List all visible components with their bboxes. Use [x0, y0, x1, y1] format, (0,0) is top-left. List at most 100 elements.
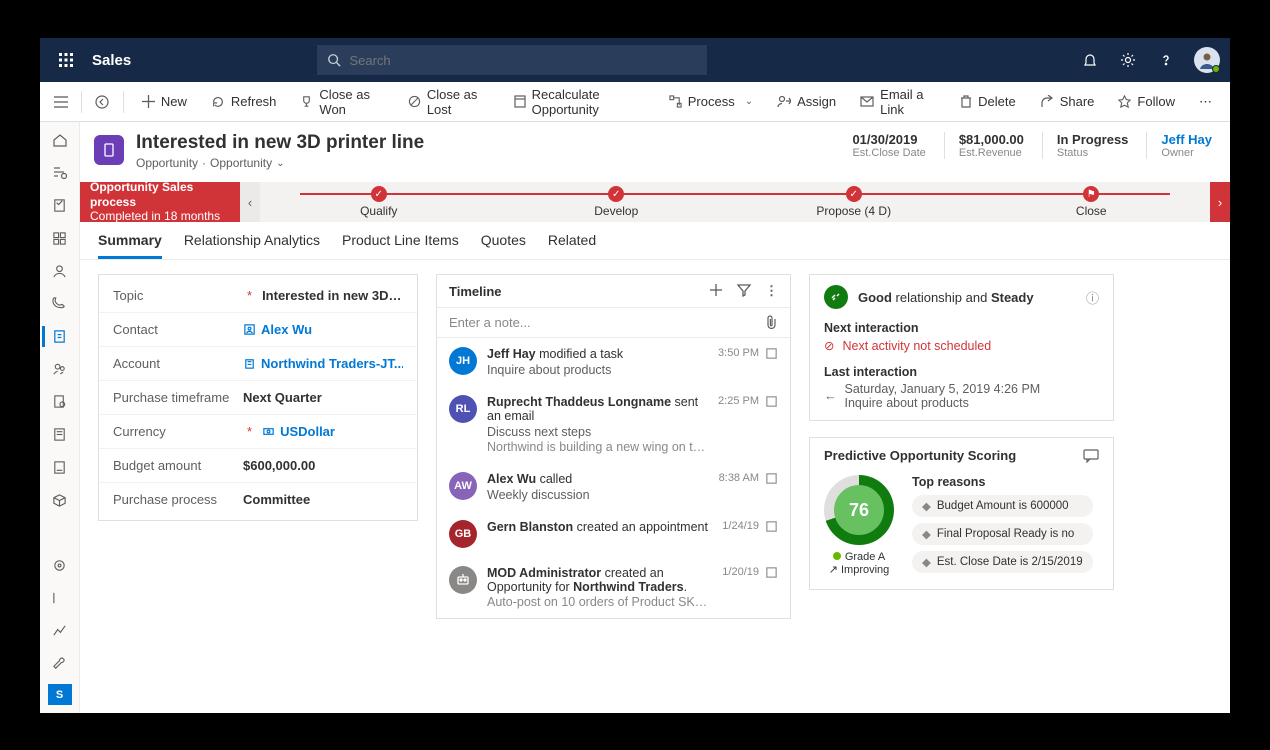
stat-revenue[interactable]: $81,000.00Est.Revenue	[944, 132, 1024, 159]
reason-chip[interactable]: ◆Budget Amount is 600000	[912, 495, 1093, 517]
bpf-next-button[interactable]: ›	[1210, 182, 1230, 222]
tab-related[interactable]: Related	[548, 232, 596, 259]
bpf-stage-qualify[interactable]: ✓Qualify	[260, 182, 498, 222]
app-switcher[interactable]: S	[48, 684, 72, 705]
bpf-stage-close[interactable]: ⚑Close	[973, 182, 1211, 222]
sitemap-toggle-icon[interactable]	[48, 87, 73, 117]
nav-dashboards-icon[interactable]	[42, 226, 78, 251]
nav-reports-icon[interactable]	[42, 586, 78, 611]
stat-close-date[interactable]: 01/30/2019Est.Close Date	[838, 132, 925, 159]
timeline-item[interactable]: GBGern Blanston created an appointment1/…	[437, 511, 790, 557]
bpf-process-name[interactable]: Opportunity Sales processCompleted in 18…	[80, 182, 240, 222]
field-contact[interactable]: ContactAlex Wu	[99, 313, 417, 347]
nav-contacts-icon[interactable]	[42, 292, 78, 317]
nav-quotes-icon[interactable]	[42, 390, 78, 415]
alert-icon: ⊘	[824, 338, 834, 353]
close-lost-button[interactable]: Close as Lost	[398, 87, 500, 117]
timeline-filter-icon[interactable]	[737, 283, 751, 299]
timeline-item[interactable]: JHJeff Hay modified a taskInquire about …	[437, 338, 790, 386]
timeline-more-icon[interactable]: ⋮	[765, 283, 778, 299]
bpf-prev-button[interactable]: ‹	[240, 182, 260, 222]
nav-opportunities-icon[interactable]	[42, 324, 78, 349]
timeline-add-icon[interactable]	[709, 283, 723, 299]
global-search[interactable]	[317, 45, 707, 75]
email-link-button[interactable]: Email a Link	[850, 87, 946, 117]
timeline-note-input[interactable]: Enter a note...	[437, 307, 790, 338]
delete-button[interactable]: Delete	[950, 87, 1026, 117]
settings-icon[interactable]	[1118, 50, 1138, 70]
nav-products-icon[interactable]	[42, 488, 78, 513]
attachment-icon[interactable]	[765, 315, 778, 330]
nav-home-icon[interactable]	[42, 128, 78, 153]
search-input[interactable]	[349, 53, 697, 68]
no-icon	[408, 95, 421, 108]
timeline-title: Timeline	[449, 284, 502, 299]
record-subtitle[interactable]: Opportunity·Opportunity⌄	[136, 156, 424, 170]
reason-chip[interactable]: ◆Final Proposal Ready is no	[912, 523, 1093, 545]
nav-orders-icon[interactable]	[42, 422, 78, 447]
flow-icon	[669, 95, 682, 108]
recalculate-button[interactable]: Recalculate Opportunity	[504, 87, 655, 117]
nav-recent-icon[interactable]	[42, 161, 78, 186]
go-back-icon[interactable]	[90, 87, 115, 117]
chat-icon[interactable]	[1083, 449, 1099, 463]
stat-owner[interactable]: Jeff HayOwner	[1146, 132, 1212, 159]
field-timeframe[interactable]: Purchase timeframeNext Quarter	[99, 381, 417, 415]
app-launcher-icon[interactable]	[50, 44, 82, 76]
score-ring: 76	[824, 475, 894, 545]
reason-chip[interactable]: ◆Est. Close Date is 2/15/2019	[912, 551, 1093, 573]
field-currency[interactable]: Currency*USDollar	[99, 415, 417, 449]
business-process-flow: Opportunity Sales processCompleted in 18…	[80, 182, 1230, 222]
assign-button[interactable]: Assign	[767, 87, 846, 117]
check-icon: ✓	[608, 186, 624, 202]
new-button[interactable]: New	[132, 87, 197, 117]
email-icon	[860, 96, 874, 108]
nav-goals-icon[interactable]	[42, 619, 78, 644]
close-won-button[interactable]: Close as Won	[290, 87, 393, 117]
arrow-left-icon: ←	[824, 389, 837, 403]
nav-tools-icon[interactable]	[42, 651, 78, 676]
help-icon[interactable]	[1156, 50, 1176, 70]
overflow-button[interactable]: ⋯	[1189, 87, 1222, 117]
activity-type-icon	[765, 566, 778, 579]
timeline-item[interactable]: RLRuprecht Thaddeus Longname sent an ema…	[437, 386, 790, 463]
nav-pinned-icon[interactable]	[42, 193, 78, 218]
share-button[interactable]: Share	[1030, 87, 1105, 117]
nav-competitors-icon[interactable]	[42, 520, 78, 545]
trash-icon	[960, 95, 972, 108]
activity-type-icon	[765, 472, 778, 485]
timeline-time: 1/24/19	[722, 520, 778, 548]
notifications-icon[interactable]	[1080, 50, 1100, 70]
scoring-title: Predictive Opportunity Scoring	[824, 448, 1016, 463]
nav-settings-icon[interactable]	[42, 553, 78, 578]
tab-product-line-items[interactable]: Product Line Items	[342, 232, 459, 259]
info-icon[interactable]: ⓘ	[1086, 288, 1099, 307]
tab-summary[interactable]: Summary	[98, 232, 162, 259]
timeline-time: 8:38 AM	[719, 472, 778, 502]
nav-accounts-icon[interactable]	[42, 259, 78, 284]
refresh-button[interactable]: Refresh	[201, 87, 287, 117]
field-topic[interactable]: Topic*Interested in new 3D pri...	[99, 279, 417, 313]
chevron-down-icon: ⌄	[276, 158, 284, 169]
field-process[interactable]: Purchase processCommittee	[99, 483, 417, 516]
tab-relationship-analytics[interactable]: Relationship Analytics	[184, 232, 320, 259]
stat-status[interactable]: In ProgressStatus	[1042, 132, 1129, 159]
activity-type-icon	[765, 347, 778, 360]
nav-leads-icon[interactable]	[42, 357, 78, 382]
presence-dot	[1212, 65, 1220, 73]
contact-icon	[243, 323, 256, 336]
last-interaction-value[interactable]: ← Saturday, January 5, 2019 4:26 PMInqui…	[824, 382, 1099, 410]
bpf-stage-develop[interactable]: ✓Develop	[498, 182, 736, 222]
timeline-avatar: GB	[449, 520, 477, 548]
process-button[interactable]: Process⌄	[659, 87, 763, 117]
bpf-stage-propose[interactable]: ✓Propose (4 D)	[735, 182, 973, 222]
timeline-item[interactable]: AWAlex Wu calledWeekly discussion8:38 AM	[437, 463, 790, 511]
follow-button[interactable]: Follow	[1108, 87, 1185, 117]
timeline-item[interactable]: MOD Administrator created an Opportunity…	[437, 557, 790, 618]
nav-invoices-icon[interactable]	[42, 455, 78, 480]
next-interaction-label: Next interaction	[824, 321, 1099, 335]
user-avatar[interactable]	[1194, 47, 1220, 73]
tab-quotes[interactable]: Quotes	[481, 232, 526, 259]
field-budget[interactable]: Budget amount$600,000.00	[99, 449, 417, 483]
field-account[interactable]: AccountNorthwind Traders-JT...	[99, 347, 417, 381]
